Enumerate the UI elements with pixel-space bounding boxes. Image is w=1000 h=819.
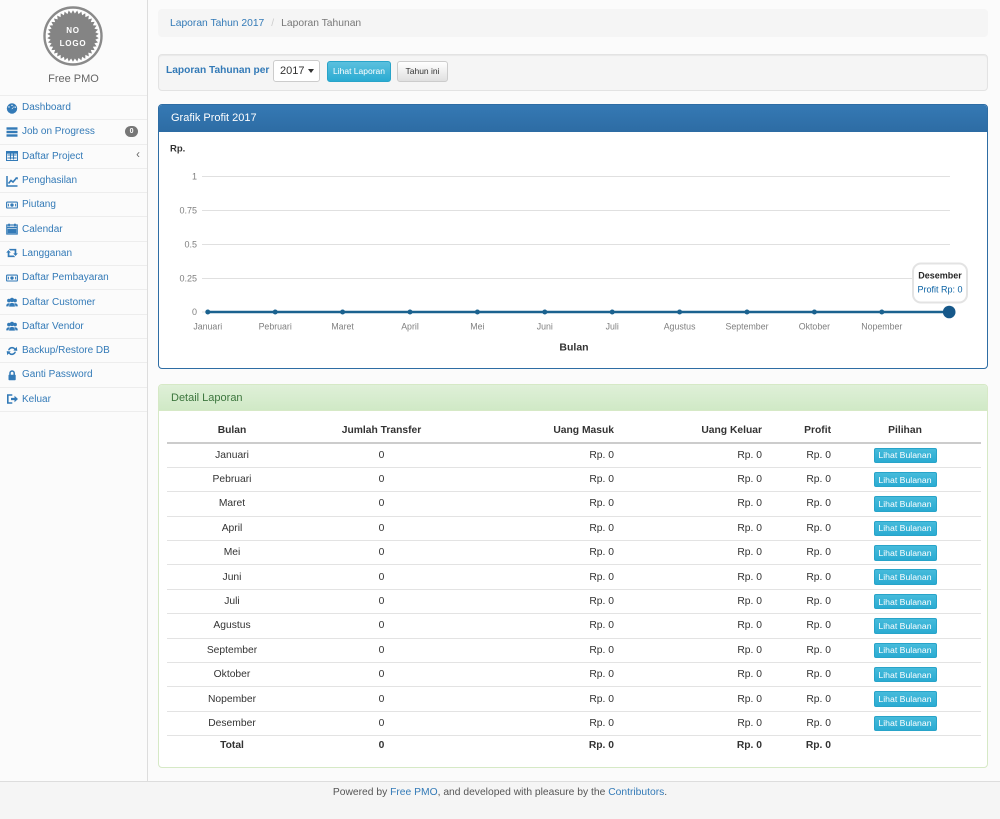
svg-text:Nopember: Nopember bbox=[861, 321, 902, 331]
svg-text:0.25: 0.25 bbox=[179, 273, 197, 283]
svg-text:Bulan: Bulan bbox=[559, 341, 588, 353]
svg-text:0.5: 0.5 bbox=[184, 239, 197, 249]
svg-text:Oktober: Oktober bbox=[799, 321, 830, 331]
svg-text:Januari: Januari bbox=[193, 321, 222, 331]
svg-text:Rp.: Rp. bbox=[170, 143, 185, 154]
svg-text:0.75: 0.75 bbox=[179, 205, 197, 215]
svg-text:Mei: Mei bbox=[470, 321, 484, 331]
svg-text:Juni: Juni bbox=[537, 321, 553, 331]
svg-text:Juli: Juli bbox=[606, 321, 619, 331]
svg-text:Maret: Maret bbox=[331, 321, 354, 331]
svg-text:Desember: Desember bbox=[918, 270, 962, 280]
svg-text:April: April bbox=[401, 321, 419, 331]
svg-text:1: 1 bbox=[192, 171, 197, 181]
svg-text:Pebruari: Pebruari bbox=[259, 321, 292, 331]
svg-text:Profit Rp: 0: Profit Rp: 0 bbox=[917, 284, 962, 294]
svg-text:Agustus: Agustus bbox=[664, 321, 696, 331]
svg-text:September: September bbox=[725, 321, 768, 331]
svg-text:0: 0 bbox=[192, 307, 197, 317]
svg-text:NO: NO bbox=[66, 26, 80, 35]
svg-text:LOGO: LOGO bbox=[60, 39, 87, 48]
